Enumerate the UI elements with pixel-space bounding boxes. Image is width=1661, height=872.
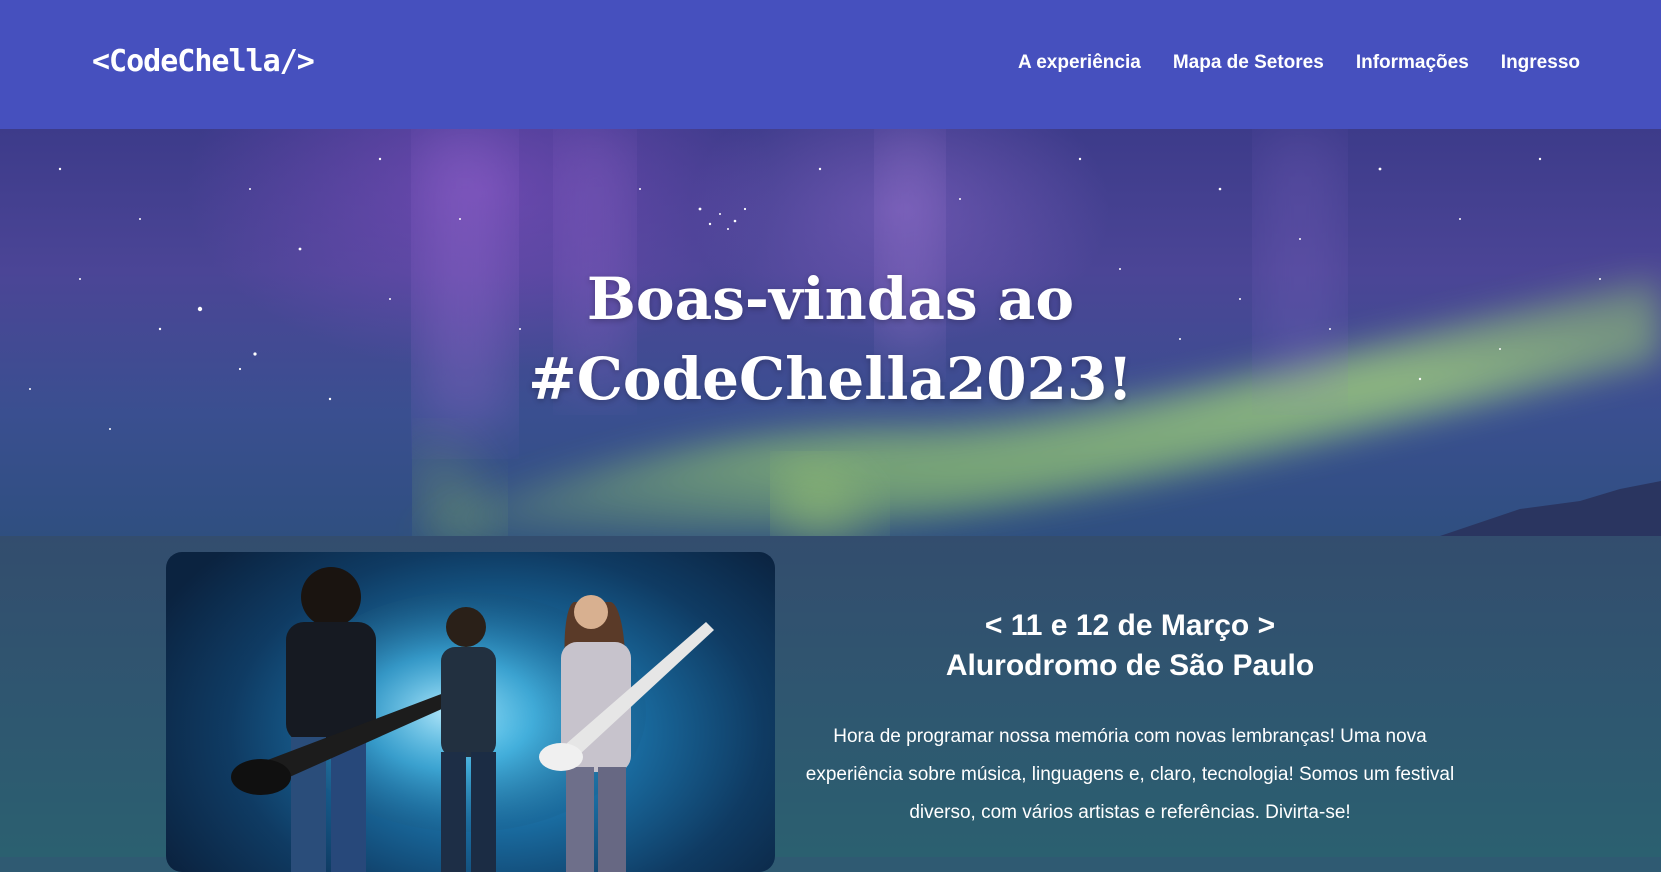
- nav-link-informacoes[interactable]: Informações: [1356, 52, 1469, 74]
- nav-link-ingresso[interactable]: Ingresso: [1501, 52, 1580, 74]
- event-date: < 11 e 12 de Março >: [984, 609, 1276, 642]
- main-nav: A experiência Mapa de Setores Informaçõe…: [1018, 52, 1580, 74]
- event-info: < 11 e 12 de Março > Alurodromo de São P…: [790, 606, 1470, 832]
- site-logo[interactable]: <CodeChella/>: [92, 44, 315, 79]
- band-on-stage-image: [231, 567, 714, 872]
- nav-link-experiencia[interactable]: A experiência: [1018, 52, 1141, 74]
- nav-link-mapa-setores[interactable]: Mapa de Setores: [1173, 52, 1324, 74]
- band-photo: [166, 552, 775, 872]
- hero-title-line-2: #CodeChella2023!: [528, 345, 1133, 413]
- event-place: Alurodromo de São Paulo: [945, 649, 1315, 682]
- hero-title: Boas-vindas ao #CodeChella2023!: [0, 259, 1661, 419]
- event-description: Hora de programar nossa memória com nova…: [805, 726, 1455, 823]
- hero-title-line-1: Boas-vindas ao: [586, 265, 1075, 333]
- event-info-section: < 11 e 12 de Março > Alurodromo de São P…: [0, 536, 1661, 872]
- hero-banner: Boas-vindas ao #CodeChella2023!: [0, 129, 1661, 536]
- site-header: <CodeChella/> A experiência Mapa de Seto…: [0, 0, 1661, 129]
